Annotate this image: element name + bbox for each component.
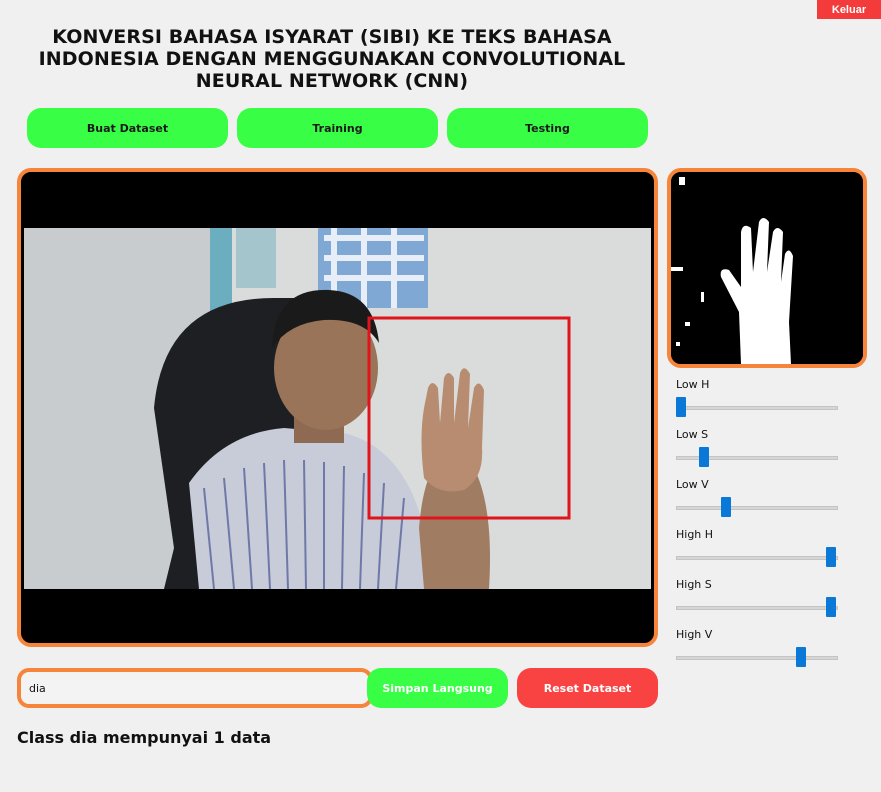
reset-dataset-button[interactable]: Reset Dataset xyxy=(517,668,658,708)
slider-high-s[interactable] xyxy=(676,606,838,610)
buat-dataset-button[interactable]: Buat Dataset xyxy=(27,108,228,148)
slider-high-v[interactable] xyxy=(676,656,838,660)
save-direct-button[interactable]: Simpan Langsung xyxy=(367,668,508,708)
slider-label-high-h: High H xyxy=(676,528,714,541)
slider-label-low-h: Low H xyxy=(676,378,710,391)
slider-thumb-low-v[interactable] xyxy=(721,497,731,517)
slider-high-h[interactable] xyxy=(676,556,838,560)
slider-label-low-v: Low V xyxy=(676,478,709,491)
slider-low-v[interactable] xyxy=(676,506,838,510)
page-title: KONVERSI BAHASA ISYARAT (SIBI) KE TEKS B… xyxy=(38,26,626,92)
slider-thumb-high-h[interactable] xyxy=(826,547,836,567)
slider-thumb-low-s[interactable] xyxy=(698,447,709,467)
camera-preview xyxy=(17,168,658,647)
testing-button[interactable]: Testing xyxy=(447,108,648,148)
mask-preview xyxy=(667,168,867,368)
slider-label-low-s: Low S xyxy=(676,428,709,441)
class-name-input[interactable] xyxy=(17,668,373,708)
exit-button[interactable]: Keluar xyxy=(817,0,881,19)
training-button[interactable]: Training xyxy=(237,108,438,148)
camera-scene xyxy=(24,228,651,589)
slider-thumb-high-s[interactable] xyxy=(826,597,836,617)
slider-label-high-s: High S xyxy=(676,578,712,591)
slider-thumb-low-h[interactable] xyxy=(676,397,686,417)
status-text: Class dia mempunyai 1 data xyxy=(17,728,272,747)
slider-thumb-high-v[interactable] xyxy=(796,647,806,667)
slider-label-high-v: High V xyxy=(676,628,713,641)
slider-low-h[interactable] xyxy=(676,406,838,410)
mask-image xyxy=(671,172,863,364)
camera-image xyxy=(24,228,651,589)
